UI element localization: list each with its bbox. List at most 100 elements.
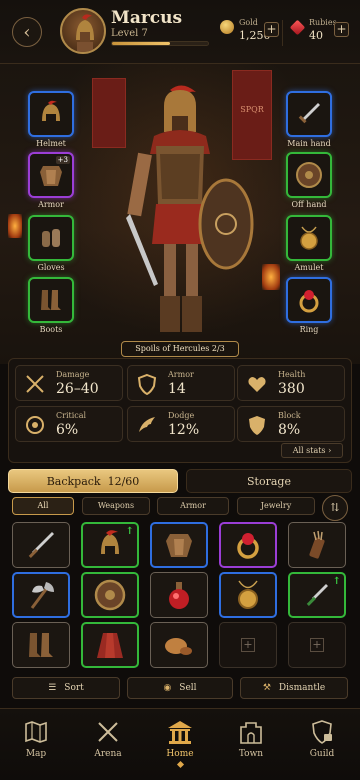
potion-icon [169, 582, 189, 609]
sort-button[interactable]: ☰ Sort [12, 677, 120, 699]
off-hand-slot-label: Off hand [291, 200, 327, 209]
cloak-icon [97, 633, 123, 658]
gloves-icon [42, 229, 60, 247]
upgrade-arrow-icon: ↑ [332, 576, 341, 587]
add-slot-icon: + [310, 638, 324, 652]
equip-slot-gloves[interactable] [28, 215, 74, 261]
add-gold-button[interactable]: + [264, 22, 279, 37]
equip-slot-boots[interactable] [28, 277, 74, 323]
nav-home-label: Home [166, 749, 194, 759]
shield-icon [296, 162, 322, 188]
upgrade-arrow-icon: ↑ [125, 526, 134, 537]
inventory-item[interactable] [150, 572, 208, 618]
inventory-item[interactable] [219, 522, 277, 568]
gold-label: Gold [239, 18, 258, 27]
xp-bar-fill [112, 42, 170, 45]
dodge-value: 12% [168, 422, 200, 438]
torch-right-flame [262, 264, 280, 290]
inventory-item[interactable] [81, 572, 139, 618]
empty-slot[interactable]: + [219, 622, 277, 668]
player-name: Marcus [111, 8, 183, 28]
damage-label: Damage [56, 370, 90, 379]
quiver-icon [309, 530, 325, 559]
all-stats-label: All stats [292, 446, 326, 455]
helmet-icon [101, 530, 119, 554]
dodge-label: Dodge [168, 411, 195, 420]
stats-panel: Damage 26–40 Armor 14 Health 380 Critica… [8, 358, 352, 463]
nav-town[interactable]: Town [221, 719, 281, 775]
all-stats-button[interactable]: All stats › [281, 443, 343, 458]
torch-left-flame [8, 214, 22, 238]
equip-slot-off-hand[interactable] [286, 152, 332, 198]
inventory-item[interactable] [12, 622, 70, 668]
equip-slot-armor[interactable]: +3 [28, 152, 74, 198]
nav-guild-label: Guild [309, 749, 335, 759]
filter-bar: All Weapons Armor Jewelry [12, 497, 352, 517]
add-rubies-button[interactable]: + [334, 22, 349, 37]
stat-block: Block 8% [237, 406, 345, 442]
equip-slot-ring[interactable] [286, 277, 332, 323]
amulet-icon [238, 580, 258, 609]
inventory-tabs: Backpack 12/60 Storage [8, 469, 352, 493]
inventory-item[interactable] [81, 622, 139, 668]
hero-panel: SPQR Helmet +3 Armor Gloves Boots Main h… [0, 64, 360, 364]
nav-guild[interactable]: Guild [292, 719, 352, 775]
inventory-item[interactable] [219, 572, 277, 618]
equip-slot-helmet[interactable] [28, 91, 74, 137]
critical-value: 6% [56, 422, 79, 438]
back-arrow-icon: ‹ [23, 21, 31, 43]
top-bar: ‹ Marcus Level 7 Gold 1,250 + Rubies 40 … [0, 0, 360, 64]
boots-icon [41, 290, 61, 310]
inventory-item[interactable] [150, 622, 208, 668]
active-indicator [176, 760, 184, 769]
gold-coin-icon [220, 20, 234, 34]
map-icon [25, 721, 47, 743]
sell-button[interactable]: ◉ Sell [127, 677, 233, 699]
inventory-item[interactable] [12, 572, 70, 618]
nav-arena[interactable]: Arena [78, 719, 138, 775]
damage-value: 26–40 [56, 381, 99, 397]
crossed-swords-icon [26, 375, 44, 393]
spartan-helmet-icon [76, 14, 94, 52]
inventory-item[interactable]: ↑ [81, 522, 139, 568]
equip-slot-main-hand[interactable] [286, 91, 332, 137]
inventory-item[interactable] [150, 522, 208, 568]
gladiator-character [126, 85, 254, 332]
back-button[interactable]: ‹ [12, 17, 42, 47]
boots-icon [29, 633, 53, 657]
nav-map[interactable]: Map [6, 719, 66, 775]
sort-order-button[interactable]: ⇅ [322, 495, 348, 521]
equip-slot-amulet[interactable] [286, 215, 332, 261]
inventory-item[interactable]: ↑ [288, 572, 346, 618]
shield-icon [94, 579, 126, 611]
filter-armor[interactable]: Armor [157, 497, 229, 515]
xp-bar [111, 41, 209, 46]
tab-storage[interactable]: Storage [186, 469, 352, 493]
health-value: 380 [278, 381, 305, 397]
inventory-item[interactable] [12, 522, 70, 568]
gloves-slot-label: Gloves [37, 263, 65, 272]
sort-label: Sort [64, 683, 84, 693]
block-shield-icon [249, 416, 265, 435]
nav-home[interactable]: Home [150, 719, 210, 775]
filter-weapons[interactable]: Weapons [82, 497, 150, 515]
dismantle-label: Dismantle [278, 683, 326, 693]
tab-backpack[interactable]: Backpack 12/60 [8, 469, 178, 493]
armor-slot-label: Armor [38, 200, 64, 209]
avatar[interactable] [60, 8, 106, 54]
rubies-value: 40 [309, 29, 323, 42]
empty-slot[interactable]: + [288, 622, 346, 668]
bread-icon [165, 638, 192, 655]
helmet-icon [42, 100, 60, 121]
set-bonus-badge[interactable]: Spoils of Hercules 2/3 [121, 341, 239, 357]
sword-icon [298, 103, 320, 124]
filter-all[interactable]: All [12, 497, 74, 515]
dismantle-button[interactable]: ⚒ Dismantle [240, 677, 348, 699]
backpack-count: 12/60 [107, 475, 140, 488]
inventory-item[interactable] [288, 522, 346, 568]
backpack-tab-label: Backpack [46, 475, 101, 488]
armor-icon [166, 534, 192, 557]
nav-town-label: Town [238, 749, 264, 759]
filter-jewelry[interactable]: Jewelry [237, 497, 315, 515]
ring-icon [237, 533, 259, 559]
